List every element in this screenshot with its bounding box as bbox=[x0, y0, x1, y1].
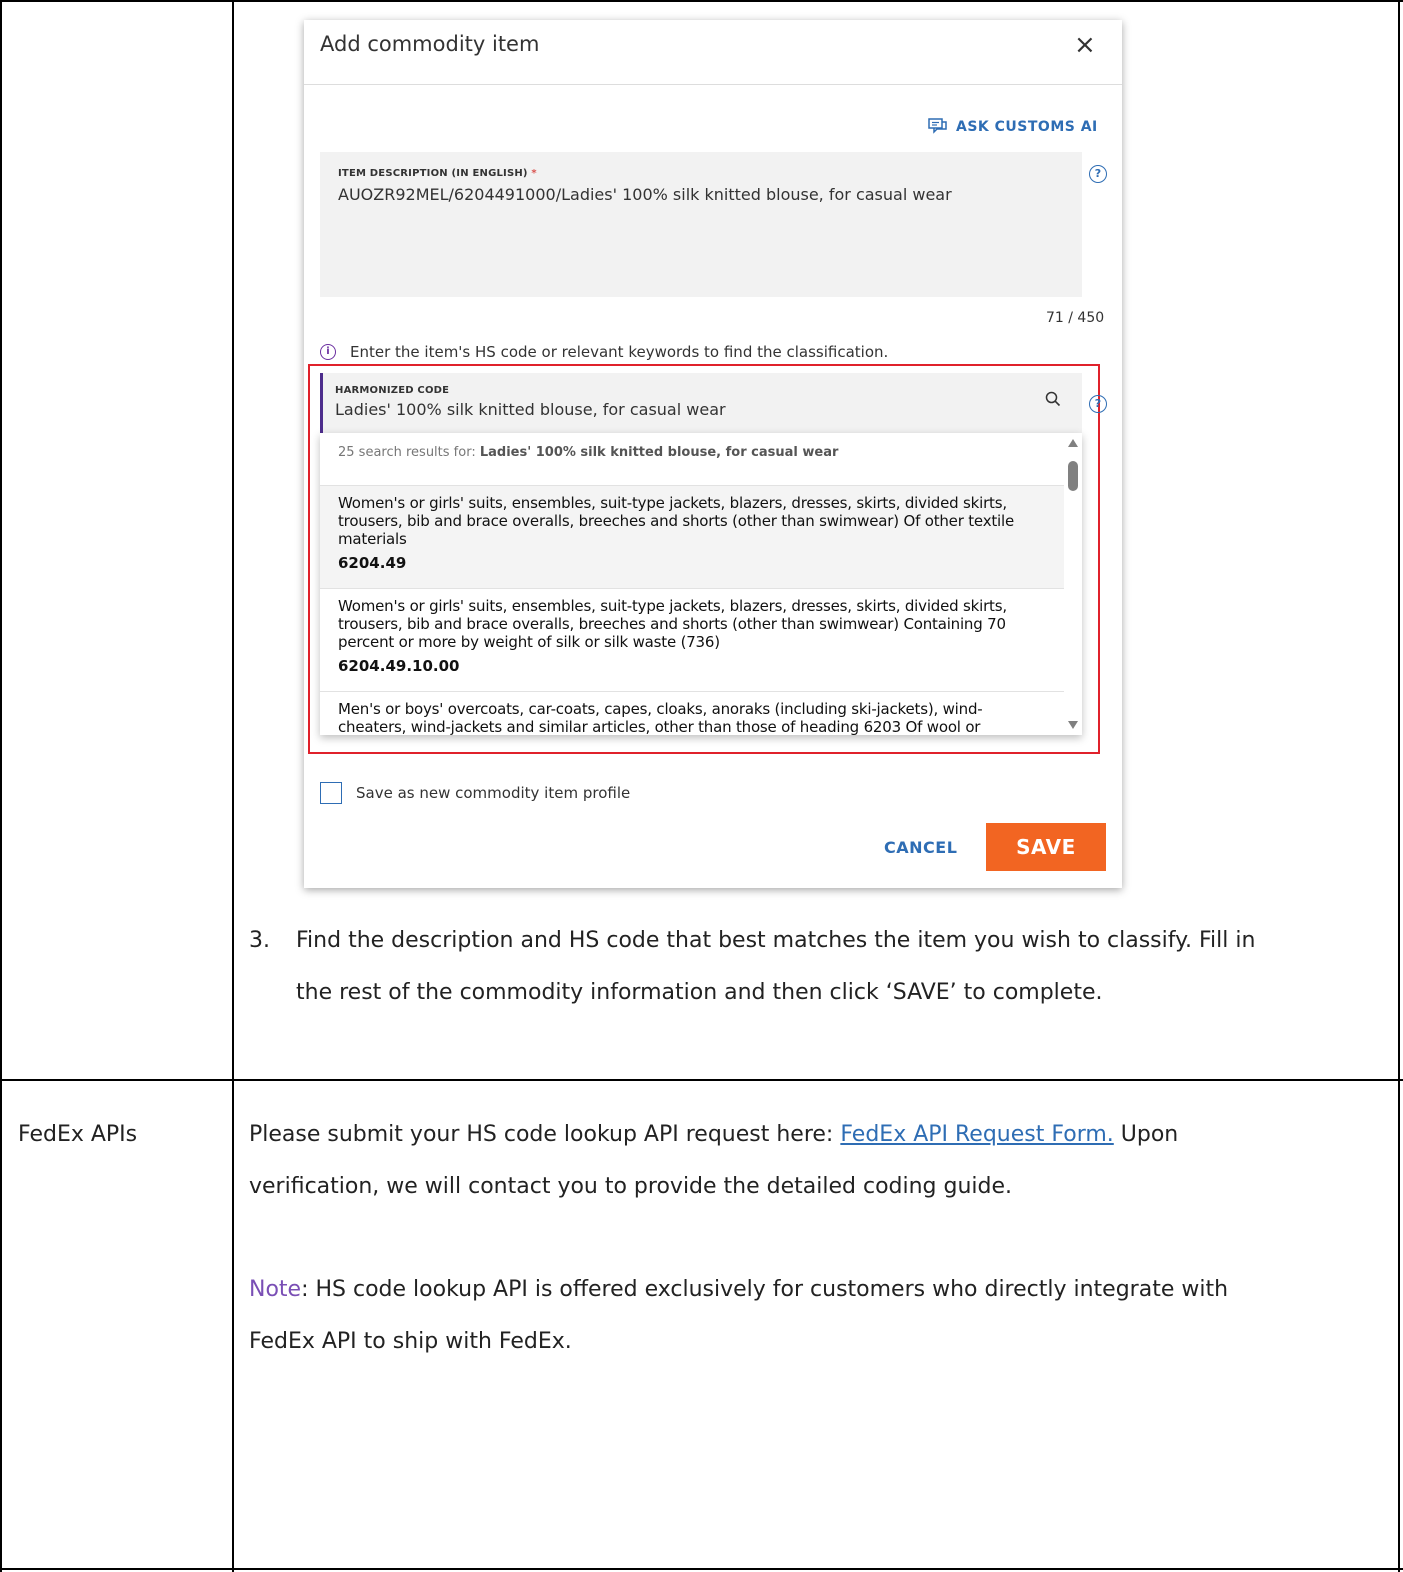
scroll-up-icon[interactable] bbox=[1068, 439, 1078, 447]
save-button[interactable]: SAVE bbox=[986, 823, 1106, 871]
result-code: 6204.49 bbox=[338, 554, 407, 572]
info-hint-text: Enter the item's HS code or relevant key… bbox=[350, 343, 889, 361]
add-commodity-dialog: Add commodity item × ASK CUSTOMS AI ITEM… bbox=[304, 20, 1122, 888]
note-line-2: FedEx API to ship with FedEx. bbox=[249, 1329, 572, 1354]
item-description-label: ITEM DESCRIPTION (IN ENGLISH) * bbox=[338, 168, 1082, 179]
close-icon[interactable]: × bbox=[1074, 30, 1096, 60]
step-number: 3. bbox=[249, 928, 270, 953]
dialog-title: Add commodity item bbox=[320, 32, 540, 56]
ask-customs-ai-button[interactable]: ASK CUSTOMS AI bbox=[928, 118, 1098, 136]
cancel-button[interactable]: CANCEL bbox=[884, 838, 957, 857]
required-mark: * bbox=[531, 168, 537, 179]
harmonized-code-value: Ladies' 100% silk knitted blouse, for ca… bbox=[335, 400, 726, 419]
result-description: Women's or girls' suits, ensembles, suit… bbox=[338, 494, 1015, 548]
table-column-divider bbox=[232, 0, 234, 1572]
fedex-api-prefix: Please submit your HS code lookup API re… bbox=[249, 1122, 834, 1147]
harmonized-code-input[interactable]: HARMONIZED CODE Ladies' 100% silk knitte… bbox=[320, 373, 1082, 433]
item-description-value: AUOZR92MEL/6204491000/Ladies' 100% silk … bbox=[338, 185, 952, 204]
item-description-label-text: ITEM DESCRIPTION (IN ENGLISH) bbox=[338, 168, 528, 179]
scroll-down-icon[interactable] bbox=[1068, 721, 1078, 729]
note-label: Note bbox=[249, 1277, 302, 1302]
fedex-api-request-form-link[interactable]: FedEx API Request Form. bbox=[840, 1122, 1113, 1147]
results-header: 25 search results for: Ladies' 100% silk… bbox=[320, 433, 1082, 485]
ask-customs-ai-label: ASK CUSTOMS AI bbox=[956, 119, 1098, 135]
hs-results-dropdown[interactable]: 25 search results for: Ladies' 100% silk… bbox=[320, 433, 1082, 735]
search-icon[interactable] bbox=[1045, 391, 1061, 407]
item-description-field[interactable]: ITEM DESCRIPTION (IN ENGLISH) * AUOZR92M… bbox=[320, 152, 1082, 297]
table-row-divider bbox=[0, 1079, 1403, 1081]
step-line-1: Find the description and HS code that be… bbox=[296, 928, 1256, 953]
table-border-bottom bbox=[0, 1568, 1403, 1570]
save-profile-checkbox[interactable] bbox=[320, 782, 342, 804]
char-counter: 71 / 450 bbox=[1046, 310, 1105, 326]
note-line-1: Note: HS code lookup API is offered excl… bbox=[249, 1264, 1379, 1316]
row-label-fedex-apis: FedEx APIs bbox=[18, 1122, 138, 1147]
dialog-header-divider bbox=[304, 84, 1122, 85]
fedex-note: Note: HS code lookup API is offered excl… bbox=[249, 1264, 1379, 1368]
help-icon[interactable]: ? bbox=[1089, 395, 1107, 413]
scroll-thumb[interactable] bbox=[1068, 461, 1078, 491]
results-query-text: Ladies' 100% silk knitted blouse, for ca… bbox=[479, 445, 839, 460]
scrollbar[interactable] bbox=[1064, 433, 1082, 735]
result-item[interactable]: Men's or boys' overcoats, car-coats, cap… bbox=[320, 691, 1064, 735]
help-icon[interactable]: ? bbox=[1089, 165, 1107, 183]
fedex-api-line-1: Please submit your HS code lookup API re… bbox=[249, 1109, 1379, 1161]
fedex-api-line-2: verification, we will contact you to pro… bbox=[249, 1174, 1013, 1199]
info-hint: i Enter the item's HS code or relevant k… bbox=[320, 343, 888, 361]
save-profile-label: Save as new commodity item profile bbox=[356, 784, 631, 802]
chat-icon bbox=[928, 118, 947, 134]
step-line-2: the rest of the commodity information an… bbox=[296, 980, 1103, 1005]
result-description: Men's or boys' overcoats, car-coats, cap… bbox=[338, 700, 983, 735]
table-border-left bbox=[0, 0, 2, 1572]
table-border-right bbox=[1398, 0, 1400, 1572]
fedex-api-suffix: Upon bbox=[1120, 1122, 1179, 1147]
step-instruction: Find the description and HS code that be… bbox=[296, 915, 1381, 1019]
harmonized-code-label: HARMONIZED CODE bbox=[335, 385, 450, 396]
fedex-api-paragraph: Please submit your HS code lookup API re… bbox=[249, 1109, 1379, 1213]
note-text: : HS code lookup API is offered exclusiv… bbox=[301, 1277, 1229, 1302]
result-code: 6204.49.10.00 bbox=[338, 657, 460, 675]
info-icon: i bbox=[320, 344, 336, 360]
result-description: Women's or girls' suits, ensembles, suit… bbox=[338, 597, 1007, 651]
result-item[interactable]: Women's or girls' suits, ensembles, suit… bbox=[320, 588, 1064, 691]
table-border-top bbox=[0, 0, 1403, 2]
result-item[interactable]: Women's or girls' suits, ensembles, suit… bbox=[320, 485, 1064, 588]
results-count-text: 25 search results for: bbox=[338, 445, 476, 460]
